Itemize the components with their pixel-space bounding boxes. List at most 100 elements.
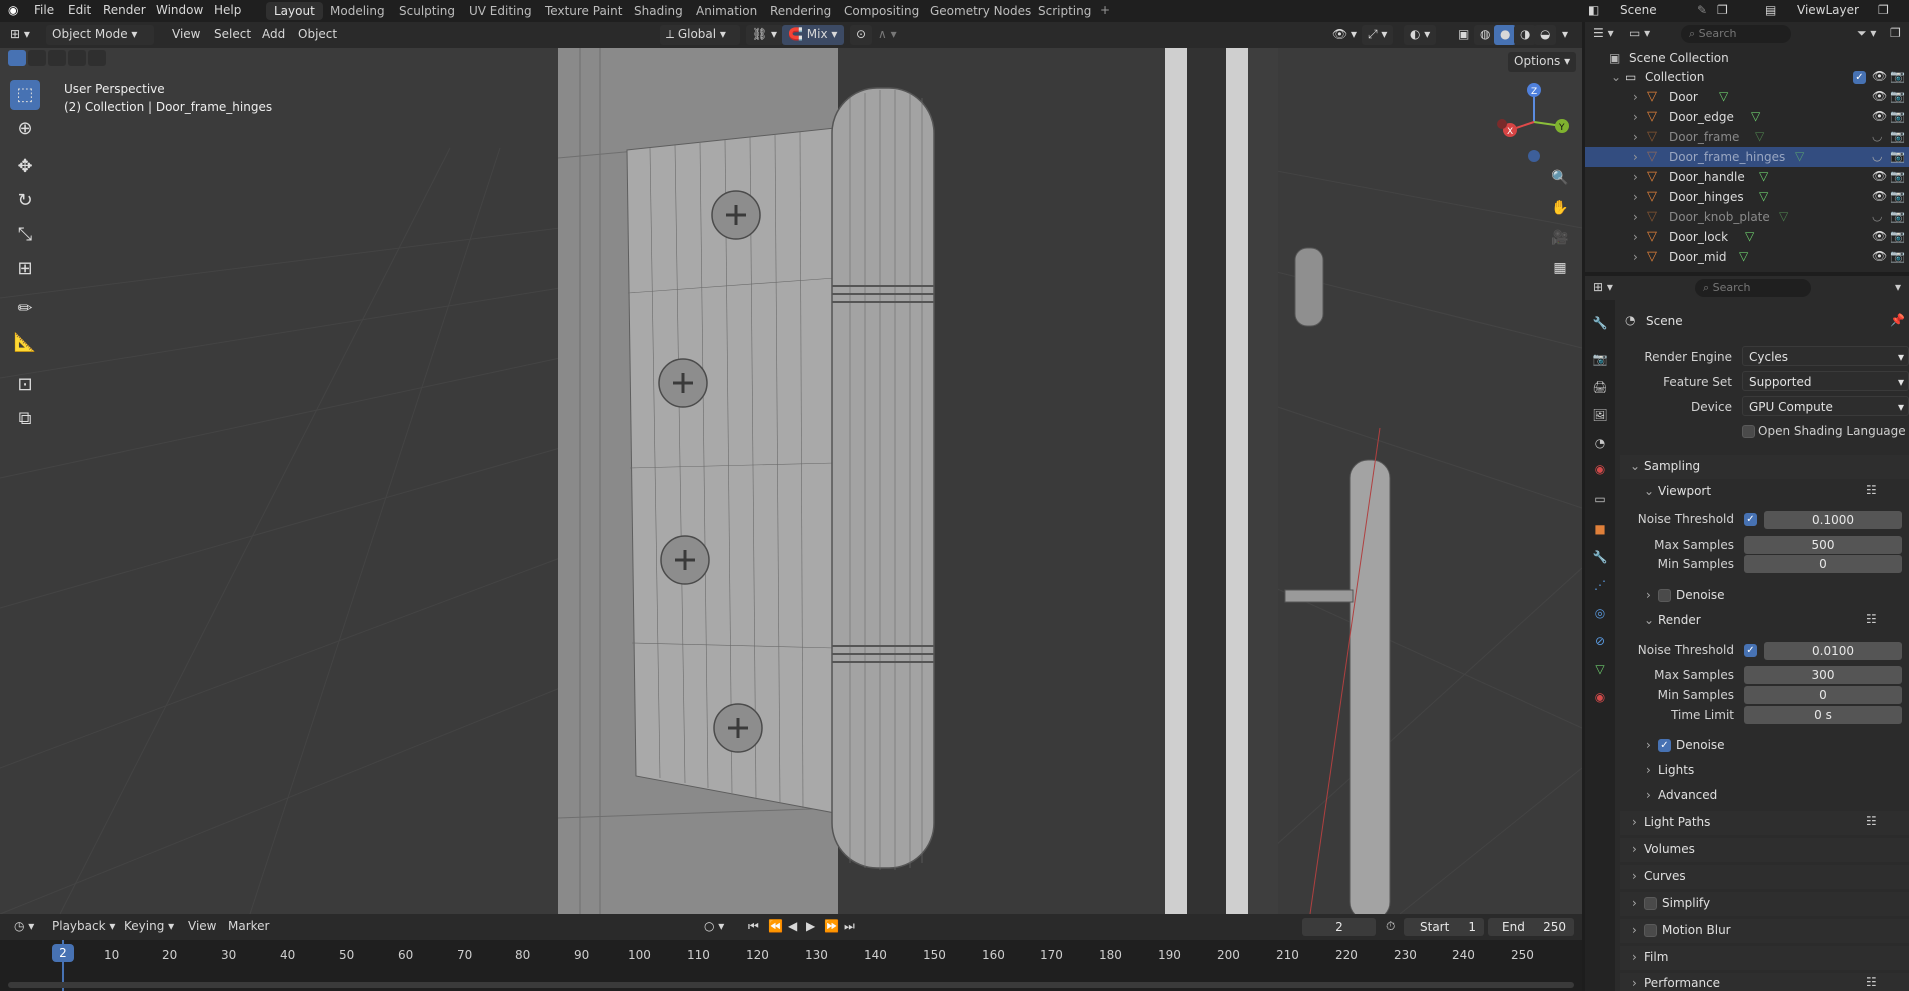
expand-icon[interactable]: › xyxy=(1633,230,1638,244)
menu-help[interactable]: Help xyxy=(214,3,241,17)
scene-tab-icon[interactable]: ◔ xyxy=(1591,436,1609,454)
measure-tool-icon[interactable]: 📐 xyxy=(10,328,40,358)
menu-render[interactable]: Render xyxy=(103,3,146,17)
transform-tool-icon[interactable]: ⊞ xyxy=(10,254,40,284)
eye-hidden-icon[interactable]: ◡ xyxy=(1872,149,1882,163)
new-viewlayer-icon[interactable]: ❐ xyxy=(1878,3,1889,17)
simplify-checkbox[interactable] xyxy=(1644,897,1657,910)
render-subpanel-header[interactable]: ⌄ Render ☷ xyxy=(1620,609,1909,633)
render-camera-icon[interactable]: 📷 xyxy=(1890,169,1905,183)
render-camera-icon[interactable]: 📷 xyxy=(1890,149,1905,163)
select-invert-icon[interactable] xyxy=(68,50,86,66)
eye-icon[interactable]: 👁 xyxy=(1872,249,1887,263)
expand-icon[interactable]: › xyxy=(1633,110,1638,124)
output-tab-icon[interactable]: 🖨 xyxy=(1591,380,1609,398)
list-item-selected[interactable]: › ▽ Door_frame_hinges ▽ ◡ 📷 xyxy=(1585,147,1909,167)
tab-rendering[interactable]: Rendering xyxy=(762,2,839,20)
menu-add[interactable]: Add xyxy=(256,25,291,45)
rendered-shading-icon[interactable]: ◒ xyxy=(1534,25,1557,45)
tab-compositing[interactable]: Compositing xyxy=(836,2,927,20)
presets-list-icon[interactable]: ☷ xyxy=(1866,814,1877,828)
move-tool-icon[interactable]: ✥ xyxy=(10,152,40,182)
r-denoise-subpanel[interactable]: › ✓ Denoise xyxy=(1620,734,1909,758)
tab-layout[interactable]: Layout xyxy=(266,2,323,20)
proportional-edit-icon[interactable]: ⊙ xyxy=(850,25,873,45)
tab-geometry-nodes[interactable]: Geometry Nodes xyxy=(922,2,1039,20)
eye-icon[interactable]: 👁 xyxy=(1872,169,1887,183)
select-subtract-icon[interactable] xyxy=(48,50,66,66)
viewlayer-icon[interactable]: ▤ xyxy=(1765,3,1776,17)
eye-icon[interactable]: 👁 xyxy=(1872,189,1887,203)
tab-scripting[interactable]: Scripting xyxy=(1030,2,1099,20)
timeline-editor-icon[interactable]: ◷ ▾ xyxy=(8,917,40,937)
eye-icon[interactable]: 👁 xyxy=(1872,109,1887,123)
options-dropdown[interactable]: Options ▾ xyxy=(1508,52,1577,72)
mesh-data-icon[interactable]: ▽ xyxy=(1759,189,1768,203)
curves-panel[interactable]: › Curves xyxy=(1620,865,1909,889)
display-mode-icon[interactable]: ▭ ▾ xyxy=(1629,26,1650,40)
marker-menu[interactable]: Marker xyxy=(222,917,275,937)
expand-icon[interactable]: › xyxy=(1633,90,1638,104)
collection-checkbox[interactable]: ✓ xyxy=(1853,71,1866,84)
eye-icon[interactable]: 👁 xyxy=(1872,229,1887,243)
list-item[interactable]: › ▽ Door_handle ▽ 👁 📷 xyxy=(1585,167,1909,187)
render-tab-icon[interactable]: 📷 xyxy=(1591,352,1609,370)
auto-key-icon[interactable]: ○ ▾ xyxy=(698,917,730,937)
r-max-samples-field[interactable]: 300 xyxy=(1744,666,1902,684)
timeline-view-menu[interactable]: View xyxy=(182,917,222,937)
mesh-data-icon[interactable]: ▽ xyxy=(1745,229,1754,243)
object-tab-icon[interactable]: ■ xyxy=(1591,522,1609,540)
pin-icon[interactable]: 📌 xyxy=(1890,313,1905,327)
current-frame-field[interactable]: 2 xyxy=(1302,918,1376,936)
list-item[interactable]: › ▽ Door_lock ▽ 👁 📷 xyxy=(1585,227,1909,247)
viewport-subpanel-header[interactable]: ⌄ Viewport ☷ xyxy=(1620,480,1909,504)
volumes-panel[interactable]: › Volumes xyxy=(1620,838,1909,862)
mesh-data-icon[interactable]: ▽ xyxy=(1755,129,1764,143)
properties-options-icon[interactable]: ▾ xyxy=(1895,280,1901,294)
render-camera-icon[interactable]: 📷 xyxy=(1890,189,1905,203)
menu-window[interactable]: Window xyxy=(156,3,203,17)
scene-name[interactable]: Scene xyxy=(1620,3,1657,17)
mesh-data-icon[interactable]: ▽ xyxy=(1795,149,1804,163)
tab-animation[interactable]: Animation xyxy=(688,2,765,20)
list-item[interactable]: › ▽ Door_mid ▽ 👁 📷 xyxy=(1585,247,1909,267)
new-collection-icon[interactable]: ❐ xyxy=(1890,26,1901,40)
view-layer-tab-icon[interactable]: 🖼 xyxy=(1591,408,1609,426)
render-camera-icon[interactable]: 📷 xyxy=(1890,209,1905,223)
properties-search-input[interactable]: ⌕ Search xyxy=(1695,279,1811,297)
film-panel[interactable]: › Film xyxy=(1620,946,1909,970)
tab-sculpting[interactable]: Sculpting xyxy=(391,2,463,20)
tab-texture-paint[interactable]: Texture Paint xyxy=(537,2,630,20)
navigation-gizmo[interactable]: Z Y X xyxy=(1494,82,1574,162)
pan-hand-icon[interactable]: ✋ xyxy=(1548,196,1572,220)
expand-icon[interactable]: › xyxy=(1633,130,1638,144)
3d-viewport[interactable]: User Perspective (2) Collection | Door_f… xyxy=(0,48,1582,914)
scale-tool-icon[interactable]: ⤡ xyxy=(10,220,40,250)
menu-edit[interactable]: Edit xyxy=(68,3,91,17)
shading-dropdown-icon[interactable]: ▾ xyxy=(1556,25,1574,45)
falloff-icon[interactable]: ∧ ▾ xyxy=(872,25,903,45)
eye-hidden-icon[interactable]: ◡ xyxy=(1872,209,1882,223)
overlay-icon[interactable]: ◐ ▾ xyxy=(1404,25,1437,45)
zoom-icon[interactable]: 🔍 xyxy=(1548,166,1572,190)
jump-end-icon[interactable]: ⏭ xyxy=(838,917,861,937)
scene-collection-row[interactable]: ▣ Scene Collection xyxy=(1585,48,1909,68)
pin-icon[interactable]: ✎ xyxy=(1697,3,1707,17)
list-item[interactable]: › ▽ Door ▽ 👁 📷 xyxy=(1585,87,1909,107)
device-dropdown[interactable]: GPU Compute ▾ xyxy=(1742,396,1909,416)
presets-list-icon[interactable]: ☷ xyxy=(1866,483,1877,497)
stopwatch-icon[interactable]: ⏱ xyxy=(1380,917,1401,937)
vp-noise-checkbox[interactable]: ✓ xyxy=(1744,513,1757,526)
tab-modeling[interactable]: Modeling xyxy=(322,2,393,20)
expand-icon[interactable]: › xyxy=(1633,250,1638,264)
outliner-editor-icon[interactable]: ☰ ▾ xyxy=(1593,26,1614,40)
eye-icon[interactable]: 👁 xyxy=(1872,69,1887,83)
list-item[interactable]: › ▽ Door_frame ▽ ◡ 📷 xyxy=(1585,127,1909,147)
tab-shading[interactable]: Shading xyxy=(626,2,691,20)
list-item[interactable]: › ▽ Door_knob_plate ▽ ◡ 📷 xyxy=(1585,207,1909,227)
tab-uv-editing[interactable]: UV Editing xyxy=(461,2,540,20)
playback-menu[interactable]: Playback ▾ xyxy=(46,917,121,937)
mesh-data-icon[interactable]: ▽ xyxy=(1719,89,1728,103)
blender-logo-icon[interactable]: ◉ xyxy=(8,3,18,17)
render-camera-icon[interactable]: 📷 xyxy=(1890,109,1905,123)
